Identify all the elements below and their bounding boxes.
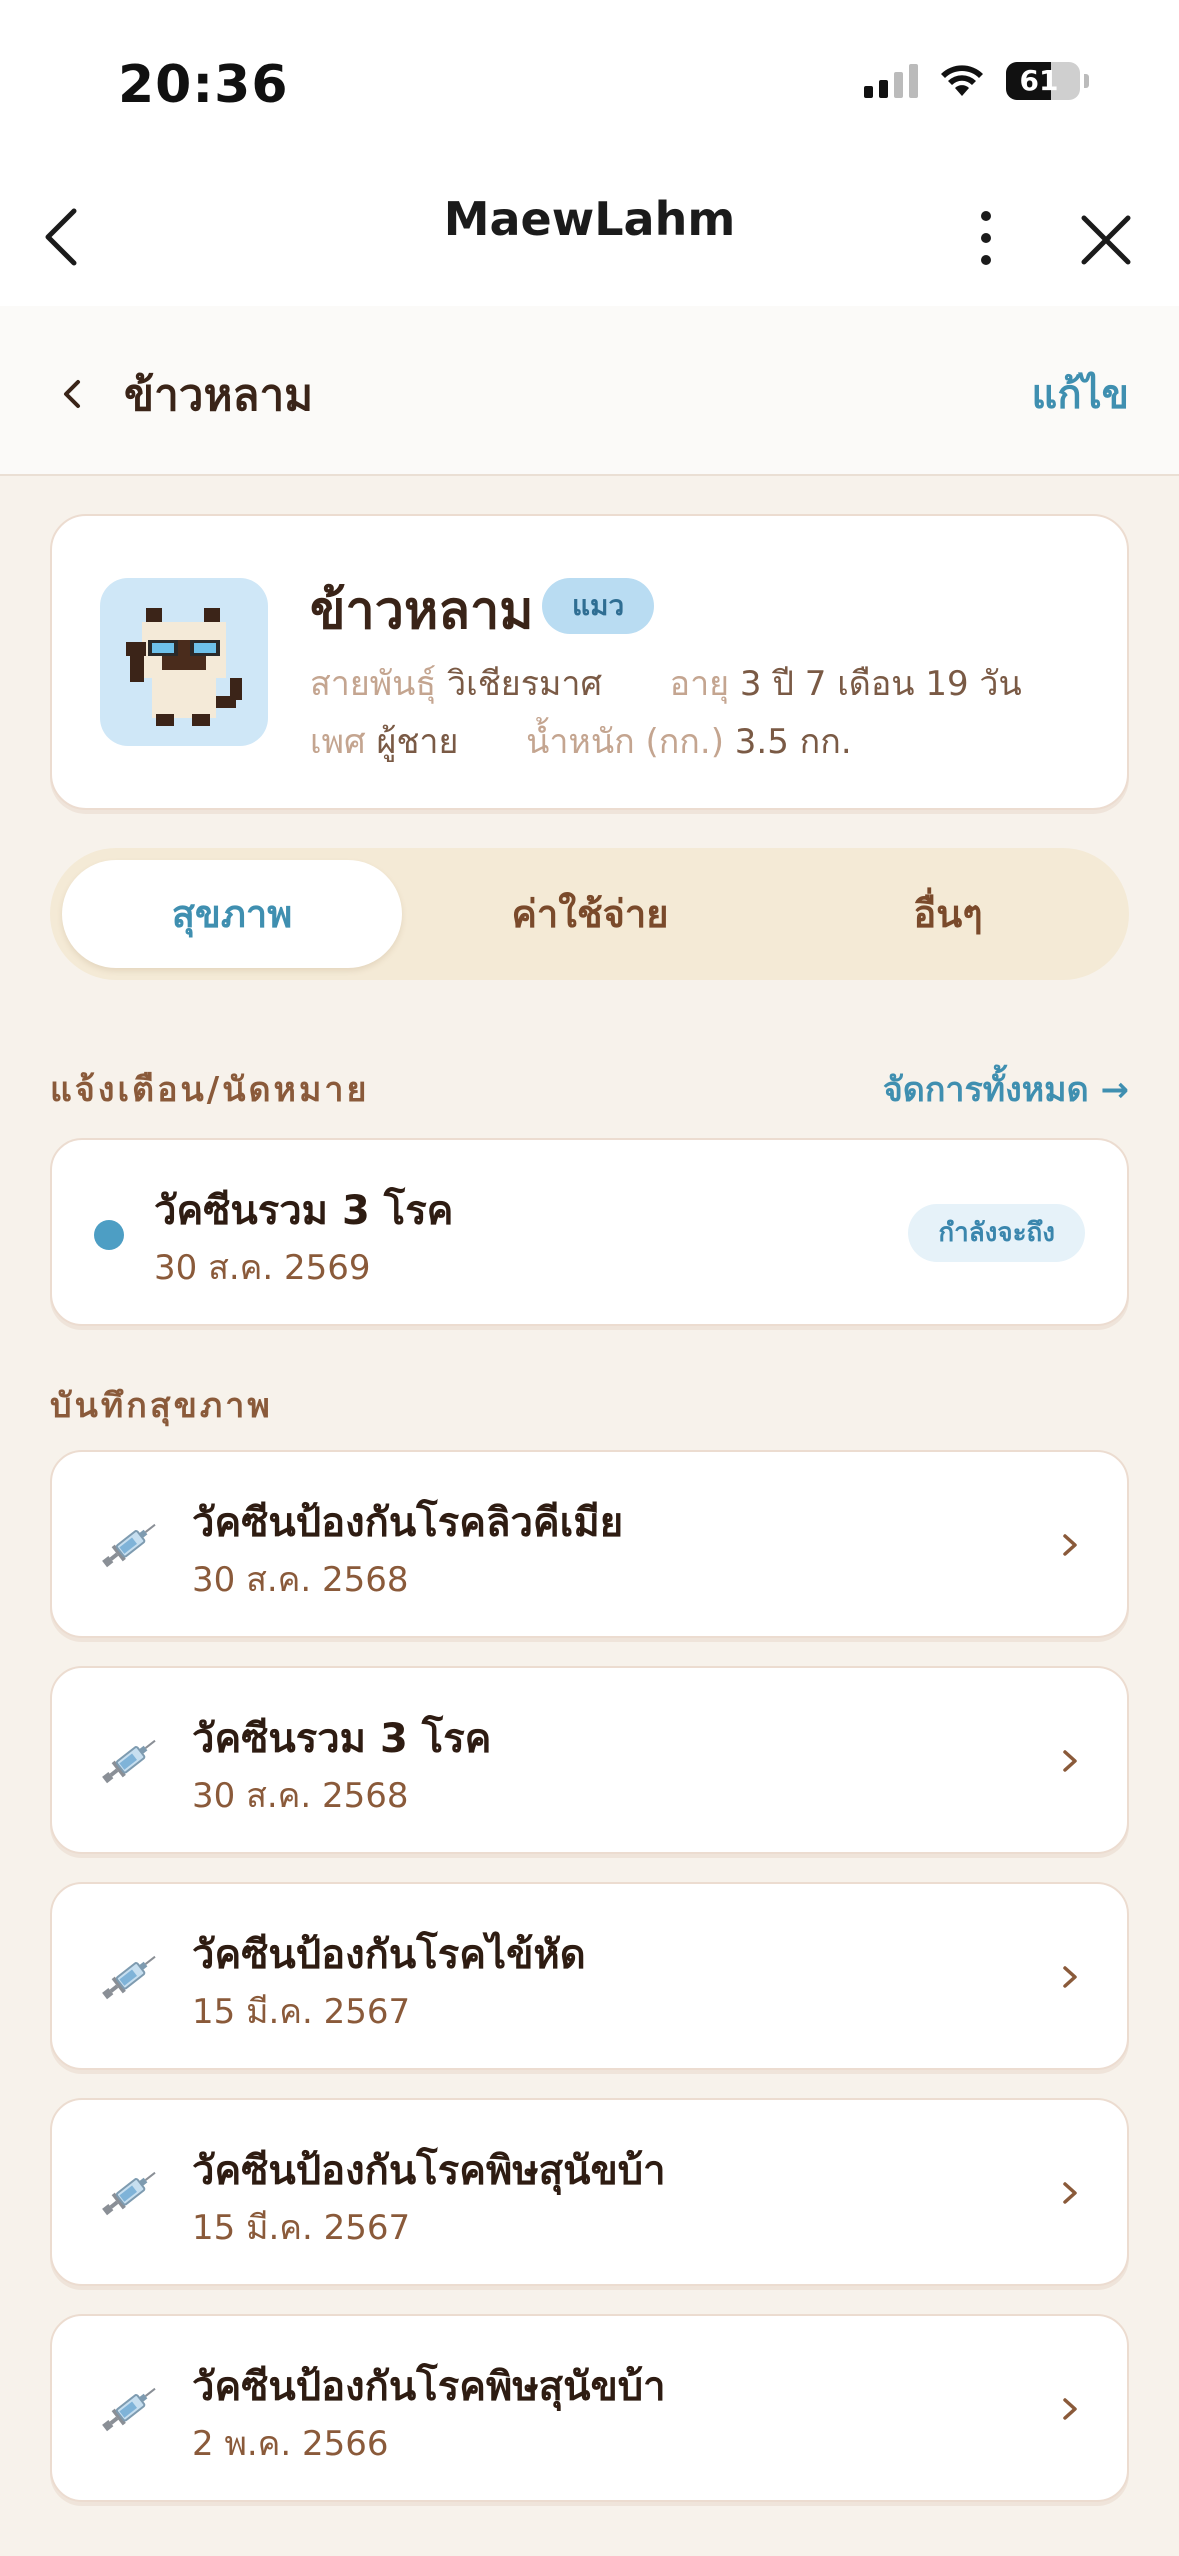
species-badge: แมว <box>542 578 655 634</box>
chevron-right-icon <box>1063 2398 1077 2420</box>
health-record-item[interactable]: วัคซีนป้องกันโรคลิวคีเมีย 30 ส.ค. 2568 <box>50 1450 1129 1638</box>
status-icons: 61 <box>864 62 1089 100</box>
chevron-right-icon <box>1063 2182 1077 2204</box>
upcoming-badge: กำลังจะถึง <box>908 1204 1085 1262</box>
status-dot <box>94 1220 124 1250</box>
edit-button[interactable]: แก้ไข <box>1032 362 1129 426</box>
pet-info-row-1: สายพันธุ์ วิเชียรมาศ อายุ 3 ปี 7 เดือน 1… <box>310 656 1022 710</box>
chevron-right-icon <box>1063 1750 1077 1772</box>
page-title: ข้าวหลาม <box>124 370 314 421</box>
manage-all-link[interactable]: จัดการทั้งหมด → <box>883 1062 1129 1116</box>
tab-expenses[interactable]: ค่าใช้จ่าย <box>410 860 770 968</box>
battery-percent: 61 <box>1019 64 1059 97</box>
tab-others[interactable]: อื่นๆ <box>778 860 1118 968</box>
pet-name: ข้าวหลาม <box>310 581 534 641</box>
status-time: 20:36 <box>118 55 289 115</box>
battery-tip <box>1084 74 1089 88</box>
age-label: อายุ <box>669 664 730 704</box>
record-title: วัคซีนป้องกันโรคพิษสุนัขบ้า <box>192 2364 666 2410</box>
wifi-icon <box>941 65 983 96</box>
record-date: 30 ส.ค. 2568 <box>192 1776 409 1816</box>
syringe-icon <box>102 2171 156 2216</box>
siamese-cat-icon <box>126 608 242 726</box>
pet-info-row-2: เพศ ผู้ชาย น้ำหนัก (กก.) 3.5 กก. <box>310 714 852 768</box>
cellular-signal-icon <box>864 64 918 98</box>
health-record-item[interactable]: วัคซีนรวม 3 โรค 30 ส.ค. 2568 <box>50 1666 1129 1854</box>
record-title: วัคซีนป้องกันโรคพิษสุนัขบ้า <box>192 2148 666 2194</box>
breed-value: วิเชียรมาศ <box>446 664 603 704</box>
chevron-right-icon <box>1063 1534 1077 1556</box>
reminder-item[interactable]: วัคซีนรวม 3 โรค 30 ส.ค. 2569 กำลังจะถึง <box>50 1138 1129 1326</box>
reminders-section-title: แจ้งเตือน/นัดหมาย <box>50 1070 370 1110</box>
more-options-icon[interactable] <box>966 206 1006 270</box>
record-date: 15 มี.ค. 2567 <box>192 2208 411 2248</box>
chevron-right-icon <box>1063 1966 1077 1988</box>
syringe-icon <box>102 1955 156 2000</box>
battery-icon: 61 <box>1006 62 1080 100</box>
pet-profile-card: ข้าวหลาม แมว สายพันธุ์ วิเชียรมาศ อายุ 3… <box>50 514 1129 810</box>
weight-label: น้ำหนัก (กก.) <box>526 722 724 762</box>
record-title: วัคซีนรวม 3 โรค <box>192 1716 492 1762</box>
reminder-date: 30 ส.ค. 2569 <box>154 1248 371 1288</box>
app-screen: 20:36 61 MaewLahm ข้าวหลาม แก้ไข ข้าวหลา… <box>0 0 1179 2556</box>
sex-value: ผู้ชาย <box>376 722 459 762</box>
record-date: 2 พ.ค. 2566 <box>192 2424 389 2464</box>
weight-value: 3.5 กก. <box>734 722 852 762</box>
record-date: 15 มี.ค. 2567 <box>192 1992 411 2032</box>
tab-health[interactable]: สุขภาพ <box>62 860 402 968</box>
reminder-title: วัคซีนรวม 3 โรค <box>154 1188 454 1234</box>
age-value: 3 ปี 7 เดือน 19 วัน <box>739 664 1022 704</box>
record-title: วัคซีนป้องกันโรคลิวคีเมีย <box>192 1500 624 1546</box>
record-date: 30 ส.ค. 2568 <box>192 1560 409 1600</box>
record-title: วัคซีนป้องกันโรคไข้หัด <box>192 1932 586 1978</box>
pet-avatar <box>100 578 268 746</box>
health-record-item[interactable]: วัคซีนป้องกันโรคไข้หัด 15 มี.ค. 2567 <box>50 1882 1129 2070</box>
sex-label: เพศ <box>310 722 366 762</box>
app-header: MaewLahm <box>0 170 1179 306</box>
pet-subheader: ข้าวหลาม แก้ไข <box>0 306 1179 476</box>
syringe-icon <box>102 2387 156 2432</box>
health-record-item[interactable]: วัคซีนป้องกันโรคพิษสุนัขบ้า 15 มี.ค. 2567 <box>50 2098 1129 2286</box>
tab-bar: สุขภาพ ค่าใช้จ่าย อื่นๆ <box>50 848 1129 980</box>
close-icon[interactable] <box>1076 210 1136 270</box>
records-section-title: บันทึกสุขภาพ <box>50 1386 273 1426</box>
chevron-left-icon[interactable] <box>56 372 86 416</box>
syringe-icon <box>102 1739 156 1784</box>
status-bar: 20:36 61 <box>0 0 1179 170</box>
breed-label: สายพันธุ์ <box>310 664 437 704</box>
health-record-item[interactable]: วัคซีนป้องกันโรคพิษสุนัขบ้า 2 พ.ค. 2566 <box>50 2314 1129 2502</box>
syringe-icon <box>102 1523 156 1568</box>
